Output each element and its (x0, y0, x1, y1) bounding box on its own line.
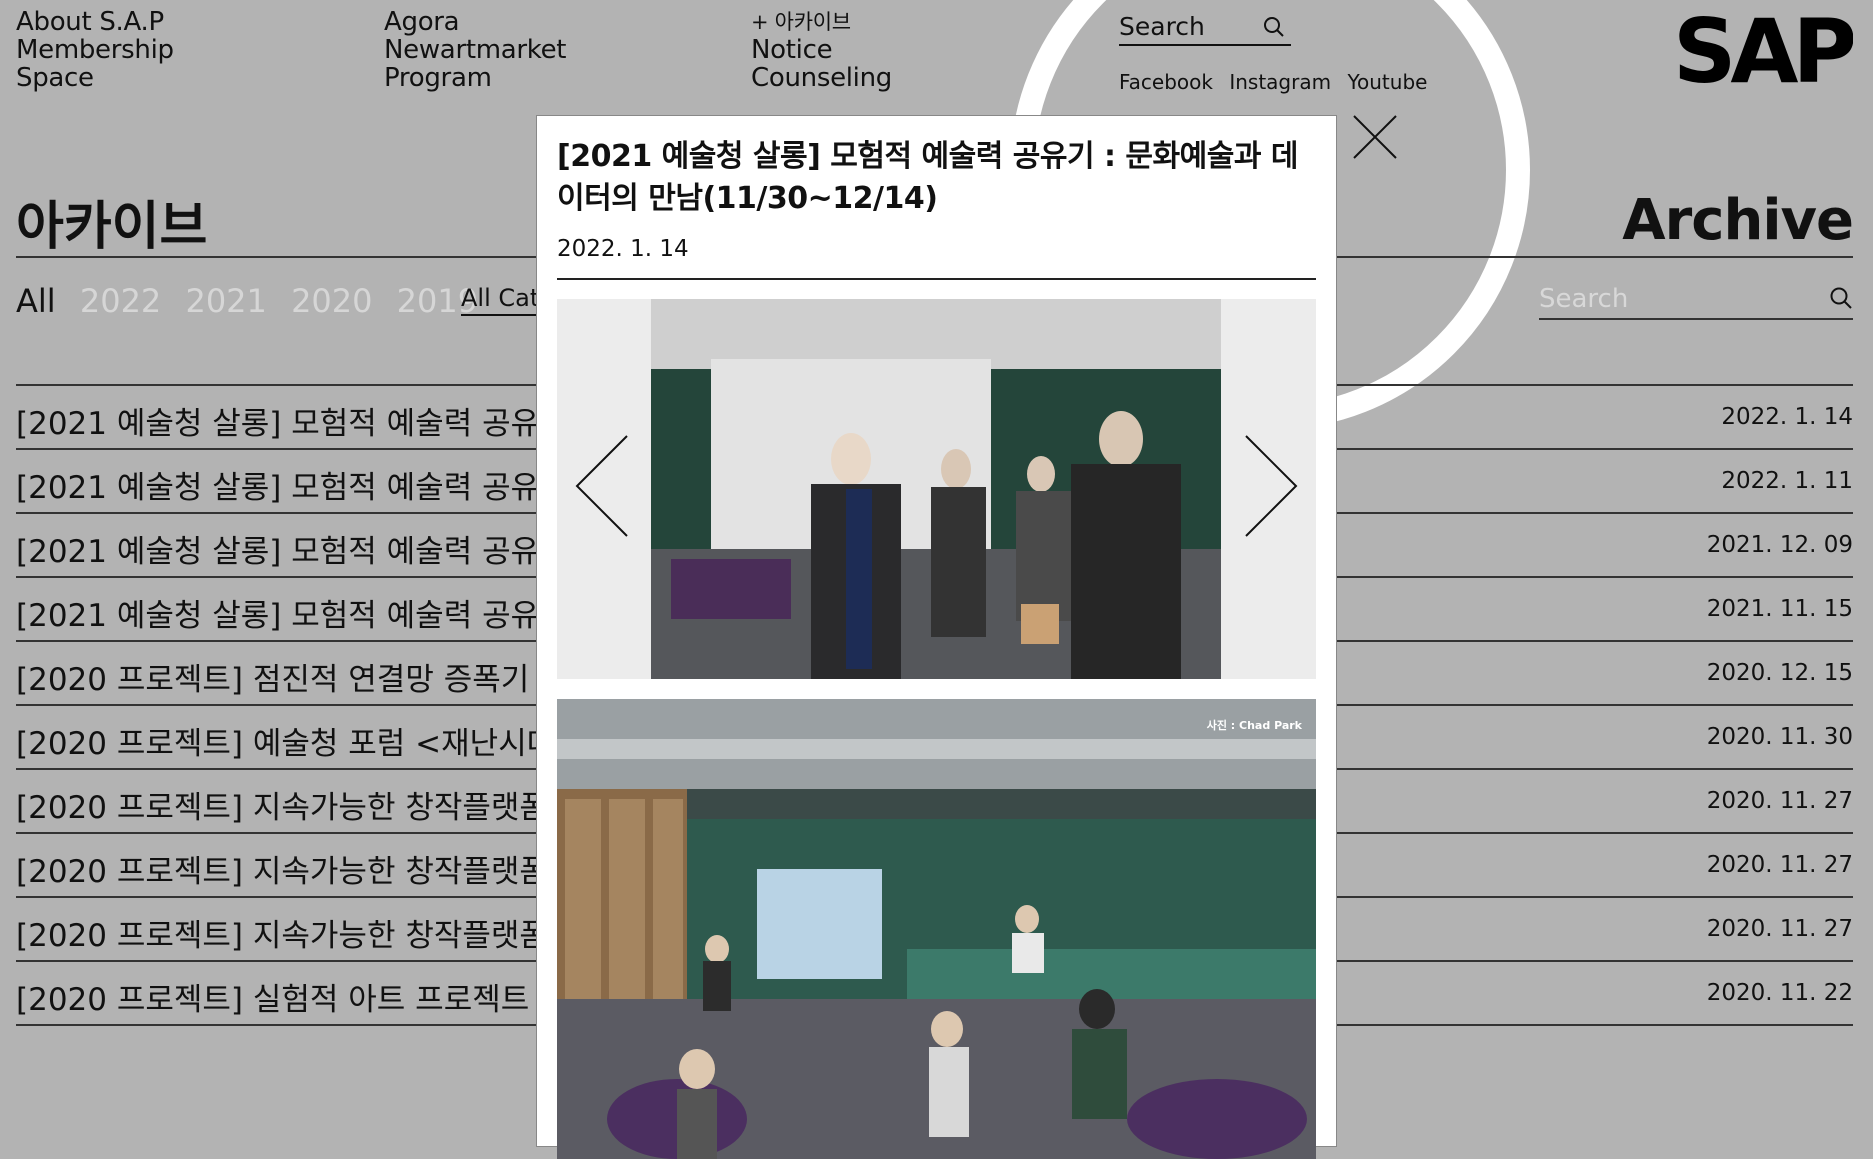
nav-link-program[interactable]: Program (384, 64, 566, 92)
list-item-title: [2020 프로젝트] 지속가능한 창작플랫폼 (16, 918, 548, 954)
list-item-title: [2021 예술청 살롱] 모험적 예술력 공유 (16, 470, 540, 506)
modal-divider (557, 278, 1316, 280)
logo-text: SAP (1673, 8, 1853, 94)
nav-link-space[interactable]: Space (16, 64, 174, 92)
social-link-facebook[interactable]: Facebook (1119, 70, 1213, 94)
nav-column-about: About S.A.P Membership Space (16, 8, 174, 92)
search-icon[interactable] (1829, 286, 1853, 310)
list-item-date: 2021. 11. 15 (1706, 596, 1853, 622)
list-item-date: 2022. 1. 14 (1721, 404, 1853, 430)
nav-link-archive[interactable]: + 아카이브 (751, 8, 892, 36)
page-title-en: Archive (1622, 188, 1854, 253)
list-item-title: [2020 프로젝트] 예술청 포럼 <재난시대 (16, 726, 556, 762)
nav-link-agora[interactable]: Agora (384, 8, 566, 36)
modal-photo: 사진 : Chad Park (557, 699, 1316, 1159)
sap-logo[interactable]: SAP (1673, 8, 1853, 94)
prev-arrow-icon[interactable] (575, 434, 629, 538)
modal-title: [2021 예술청 살롱] 모험적 예술력 공유기 : 문화예술과 데이터의 만… (557, 139, 1298, 216)
top-search-label: Search (1119, 12, 1205, 41)
year-filter-2022[interactable]: 2022 (80, 282, 161, 320)
list-item-title: [2020 프로젝트] 실험적 아트 프로젝트 (16, 982, 530, 1018)
next-arrow-icon[interactable] (1244, 434, 1298, 538)
archive-detail-modal: [2021 예술청 살롱] 모험적 예술력 공유기 : 문화예술과 데이터의 만… (536, 115, 1337, 1159)
list-item-title: [2021 예술청 살롱] 모험적 예술력 공유 (16, 598, 540, 634)
social-link-youtube[interactable]: Youtube (1347, 70, 1427, 94)
photo-slider (557, 299, 1316, 679)
list-item-date: 2020. 11. 27 (1706, 852, 1853, 878)
nav-link-about[interactable]: About S.A.P (16, 8, 174, 36)
list-item-date: 2022. 1. 11 (1721, 468, 1853, 494)
list-item-date: 2020. 12. 15 (1706, 660, 1853, 686)
list-item-title: [2020 프로젝트] 지속가능한 창작플랫폼 (16, 854, 548, 890)
list-item-title: [2020 프로젝트] 점진적 연결망 증폭기 (16, 662, 530, 698)
list-item-date: 2020. 11. 27 (1706, 788, 1853, 814)
social-links: Facebook Instagram Youtube (1119, 70, 1437, 94)
nav-link-counseling[interactable]: Counseling (751, 64, 892, 92)
list-item-title: [2021 예술청 살롱] 모험적 예술력 공유 (16, 406, 540, 442)
nav-link-notice[interactable]: Notice (751, 36, 892, 64)
year-filter-2021[interactable]: 2021 (185, 282, 266, 320)
nav-column-archive: + 아카이브 Notice Counseling (751, 8, 892, 92)
search-icon[interactable] (1263, 16, 1285, 38)
list-item-title: [2020 프로젝트] 지속가능한 창작플랫폼 (16, 790, 548, 826)
year-filter: All 2022 2021 2020 2019 (16, 282, 492, 320)
list-item-date: 2020. 11. 27 (1706, 916, 1853, 942)
list-item-date: 2020. 11. 22 (1706, 980, 1853, 1006)
list-item-date: 2021. 12. 09 (1706, 532, 1853, 558)
slider-photo (651, 299, 1221, 679)
year-filter-2020[interactable]: 2020 (291, 282, 372, 320)
list-item-title: [2021 예술청 살롱] 모험적 예술력 공유 (16, 534, 540, 570)
archive-search-placeholder: Search (1539, 284, 1629, 314)
nav-column-programs: Agora Newartmarket Program (384, 8, 567, 92)
social-link-instagram[interactable]: Instagram (1229, 70, 1331, 94)
nav-link-membership[interactable]: Membership (16, 36, 174, 64)
category-filter[interactable]: All Cat (461, 284, 540, 316)
nav-link-newartmarket[interactable]: Newartmarket (384, 36, 567, 64)
archive-search-input[interactable]: Search (1539, 282, 1853, 320)
top-search-field[interactable]: Search (1119, 10, 1291, 46)
year-filter-all[interactable]: All (16, 282, 56, 320)
page-title-ko: 아카이브 (16, 197, 208, 257)
list-item-date: 2020. 11. 30 (1706, 724, 1853, 750)
photo-credit: 사진 : Chad Park (1206, 719, 1302, 732)
close-icon[interactable] (1350, 112, 1400, 162)
modal-date: 2022. 1. 14 (557, 236, 689, 262)
